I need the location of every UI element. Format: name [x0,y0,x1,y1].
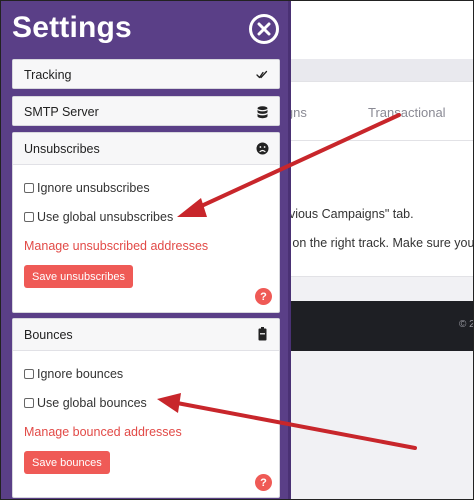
smtp-header[interactable]: SMTP Server [13,97,279,125]
unsubscribes-header[interactable]: Unsubscribes [13,133,279,165]
tracking-section: Tracking [12,59,280,89]
bounces-section: Bounces Ignore bounces Use global bounce… [12,318,280,498]
background-tabs: igns Transactional [261,81,473,141]
save-bounces-button[interactable]: Save bounces [24,451,110,474]
save-unsubscribes-button[interactable]: Save unsubscribes [24,265,133,288]
footer-copyright: © 2 [459,319,474,330]
ignore-bounces-checkbox[interactable] [24,369,34,379]
global-unsubscribes-checkbox[interactable] [24,212,34,222]
manage-unsubscribed-link[interactable]: Manage unsubscribed addresses [24,239,208,253]
close-button[interactable] [249,14,279,44]
screenshot-frame: igns Transactional evious Campaigns" tab… [0,0,474,500]
database-icon [255,105,269,119]
unsubscribes-label: Unsubscribes [24,142,100,156]
unsubscribes-help-icon[interactable]: ? [255,288,272,305]
tab-transactional[interactable]: Transactional [368,105,446,120]
tracking-label: Tracking [24,68,72,82]
manage-bounced-link[interactable]: Manage bounced addresses [24,425,182,439]
background-text-line: evious Campaigns" tab. [282,207,414,221]
ignore-unsubscribes-label: Ignore unsubscribes [37,181,150,195]
global-unsubscribes-checkbox-row[interactable]: Use global unsubscribes [24,210,173,224]
close-icon [257,22,271,36]
frown-icon [255,141,269,155]
settings-drawer: Settings Tracking SMTP Server Unsubscrib… [1,1,291,499]
battery-icon [255,327,269,341]
global-bounces-checkbox[interactable] [24,398,34,408]
global-unsubscribes-label: Use global unsubscribes [37,210,174,224]
smtp-label: SMTP Server [24,105,99,119]
ignore-bounces-checkbox-row[interactable]: Ignore bounces [24,367,123,381]
smtp-section: SMTP Server [12,96,280,126]
tracking-header[interactable]: Tracking [13,60,279,88]
check-double-icon [255,68,269,82]
bounces-help-icon[interactable]: ? [255,474,272,491]
bounces-header[interactable]: Bounces [13,319,279,351]
background-text-line: u on the right track. Make sure you [282,236,474,250]
ignore-unsubscribes-checkbox-row[interactable]: Ignore unsubscribes [24,181,150,195]
background-footer [261,301,473,351]
drawer-title: Settings [12,11,132,44]
global-bounces-label: Use global bounces [37,396,147,410]
global-bounces-checkbox-row[interactable]: Use global bounces [24,396,147,410]
ignore-unsubscribes-checkbox[interactable] [24,183,34,193]
ignore-bounces-label: Ignore bounces [37,367,124,381]
unsubscribes-section: Unsubscribes Ignore unsubscribes Use glo… [12,132,280,313]
bounces-label: Bounces [24,328,73,342]
